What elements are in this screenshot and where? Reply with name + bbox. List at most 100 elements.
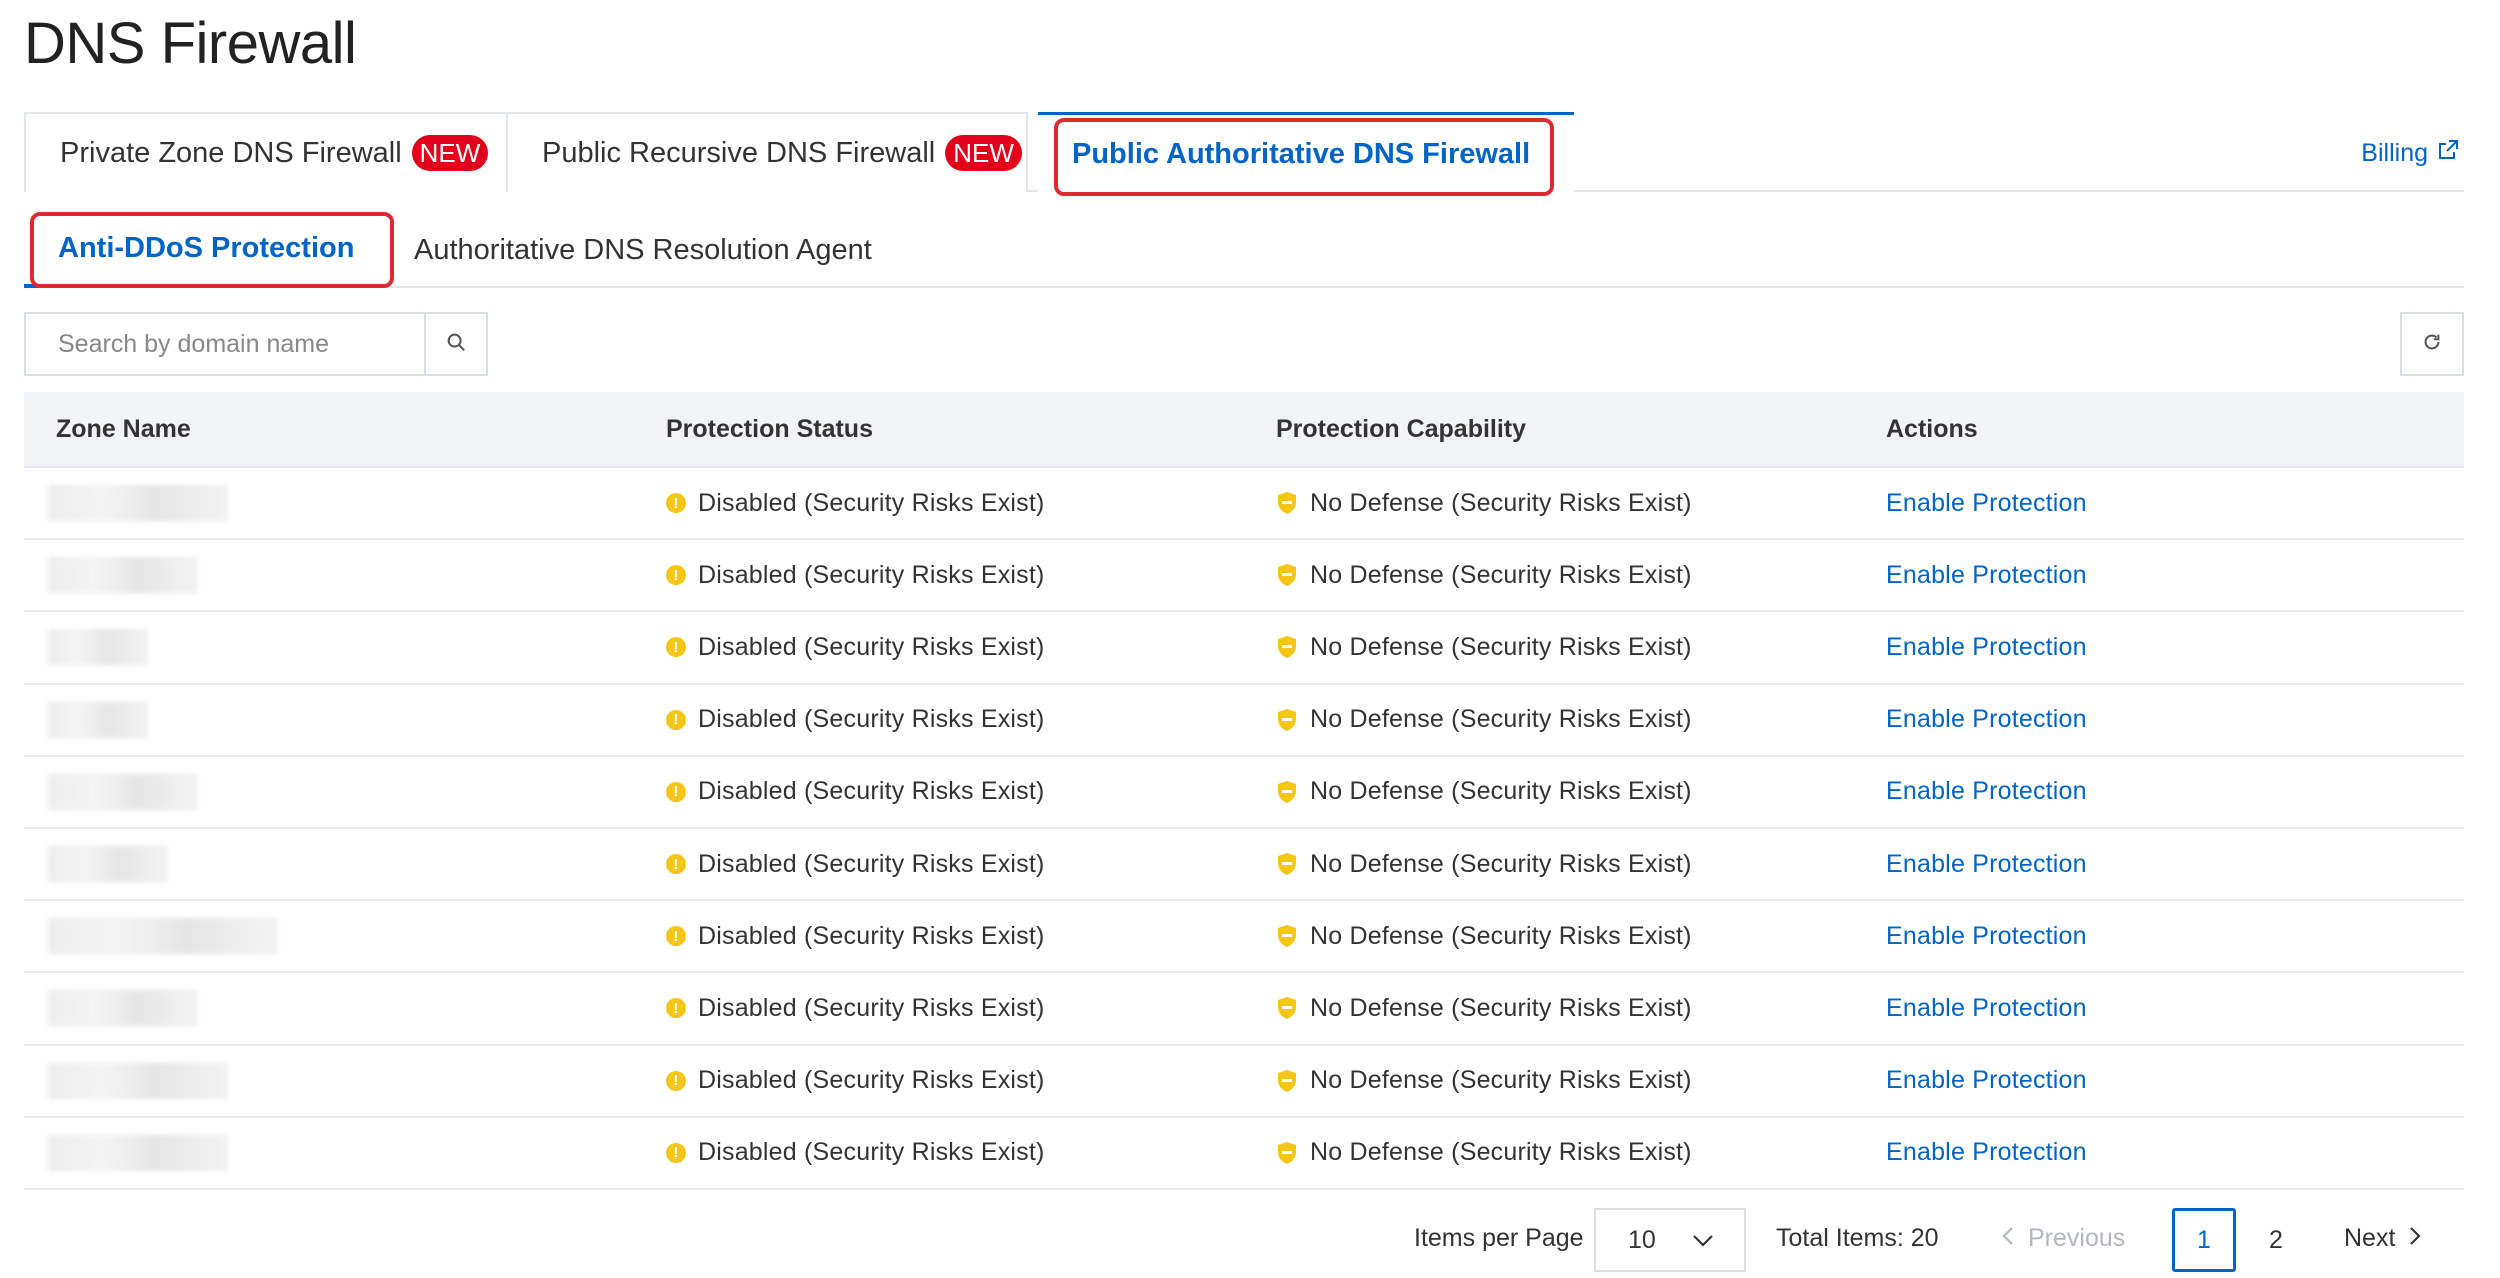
protection-status-cell: ! Disabled (Security Risks Exist)	[666, 1138, 1045, 1167]
firewall-tabs: Private Zone DNS Firewall NEW Public Rec…	[24, 112, 2464, 194]
external-link-icon	[2436, 138, 2460, 169]
protection-capability-cell: No Defense (Security Risks Exist)	[1276, 705, 1692, 734]
items-per-page-select[interactable]: 10	[1594, 1208, 1746, 1272]
table-row: ! Disabled (Security Risks Exist) No Def…	[24, 829, 2464, 902]
protection-status-text: Disabled (Security Risks Exist)	[698, 705, 1045, 734]
search-button[interactable]	[424, 314, 486, 374]
search-icon	[445, 331, 467, 358]
exclamation-circle-icon: !	[666, 493, 686, 514]
protection-capability-text: No Defense (Security Risks Exist)	[1310, 632, 1692, 661]
exclamation-circle-icon: !	[666, 565, 686, 586]
zones-table: Zone Name Protection Status Protection C…	[24, 392, 2464, 1190]
subtab-resolution-agent[interactable]: Authoritative DNS Resolution Agent	[414, 212, 872, 288]
enable-protection-link[interactable]: Enable Protection	[1886, 777, 2087, 806]
table-row: ! Disabled (Security Risks Exist) No Def…	[24, 1046, 2464, 1118]
protection-capability-cell: No Defense (Security Risks Exist)	[1276, 1066, 1692, 1095]
next-button[interactable]: Next	[2344, 1224, 2421, 1253]
search-input[interactable]	[26, 314, 424, 374]
protection-capability-cell: No Defense (Security Risks Exist)	[1276, 1138, 1692, 1167]
exclamation-circle-icon: !	[666, 998, 686, 1019]
subtab-anti-ddos[interactable]: Anti-DDoS Protection	[24, 212, 384, 288]
exclamation-circle-icon: !	[666, 637, 686, 658]
new-badge: NEW	[945, 135, 1022, 171]
protection-capability-cell: No Defense (Security Risks Exist)	[1276, 777, 1692, 806]
shield-icon	[1276, 780, 1298, 804]
enable-protection-link[interactable]: Enable Protection	[1886, 850, 2087, 879]
zone-name-redacted	[48, 1134, 228, 1171]
protection-status-text: Disabled (Security Risks Exist)	[698, 1138, 1045, 1167]
page-title: DNS Firewall	[24, 11, 357, 76]
header-protection-status: Protection Status	[666, 414, 873, 443]
table-row: ! Disabled (Security Risks Exist) No Def…	[24, 901, 2464, 974]
previous-button[interactable]: Previous	[2002, 1224, 2125, 1253]
zone-name-redacted	[48, 990, 198, 1027]
shield-icon	[1276, 563, 1298, 587]
enable-protection-link[interactable]: Enable Protection	[1886, 922, 2087, 951]
protection-status-cell: ! Disabled (Security Risks Exist)	[666, 777, 1045, 806]
protection-capability-text: No Defense (Security Risks Exist)	[1310, 1066, 1692, 1095]
protection-capability-cell: No Defense (Security Risks Exist)	[1276, 994, 1692, 1023]
header-actions: Actions	[1886, 414, 1978, 443]
tab-public-recursive[interactable]: Public Recursive DNS Firewall NEW	[506, 112, 1028, 192]
protection-capability-cell: No Defense (Security Risks Exist)	[1276, 633, 1692, 662]
chevron-right-icon	[2409, 1224, 2421, 1253]
enable-protection-link[interactable]: Enable Protection	[1886, 633, 2087, 662]
protection-capability-cell: No Defense (Security Risks Exist)	[1276, 922, 1692, 951]
total-items: Total Items: 20	[1776, 1224, 1939, 1252]
table-row: ! Disabled (Security Risks Exist) No Def…	[24, 685, 2464, 757]
protection-status-text: Disabled (Security Risks Exist)	[698, 1066, 1045, 1095]
zone-name-redacted	[48, 846, 168, 883]
protection-capability-text: No Defense (Security Risks Exist)	[1310, 1138, 1692, 1167]
header-zone-name: Zone Name	[56, 414, 191, 443]
chevron-down-icon	[1692, 1226, 1714, 1255]
billing-link[interactable]: Billing	[2361, 138, 2460, 169]
enable-protection-link[interactable]: Enable Protection	[1886, 705, 2087, 734]
protection-capability-text: No Defense (Security Risks Exist)	[1310, 777, 1692, 806]
page-button-1[interactable]: 1	[2172, 1208, 2236, 1272]
protection-capability-cell: No Defense (Security Risks Exist)	[1276, 489, 1692, 518]
enable-protection-link[interactable]: Enable Protection	[1886, 561, 2087, 590]
enable-protection-link[interactable]: Enable Protection	[1886, 1138, 2087, 1167]
items-per-page-value: 10	[1628, 1225, 1656, 1254]
protection-status-cell: ! Disabled (Security Risks Exist)	[666, 705, 1045, 734]
tab-label: Private Zone DNS Firewall	[60, 136, 402, 169]
protection-status-cell: ! Disabled (Security Risks Exist)	[666, 633, 1045, 662]
protection-capability-cell: No Defense (Security Risks Exist)	[1276, 561, 1692, 590]
table-row: ! Disabled (Security Risks Exist) No Def…	[24, 540, 2464, 613]
protection-capability-text: No Defense (Security Risks Exist)	[1310, 705, 1692, 734]
protection-status-text: Disabled (Security Risks Exist)	[698, 993, 1045, 1022]
refresh-button[interactable]	[2400, 312, 2464, 376]
table-row: ! Disabled (Security Risks Exist) No Def…	[24, 1118, 2464, 1190]
shield-icon	[1276, 1069, 1298, 1093]
tab-private-zone[interactable]: Private Zone DNS Firewall NEW	[24, 112, 508, 192]
items-per-page-label: Items per Page	[1414, 1224, 1584, 1252]
enable-protection-link[interactable]: Enable Protection	[1886, 994, 2087, 1023]
zone-name-redacted	[48, 773, 198, 810]
previous-label: Previous	[2028, 1224, 2126, 1252]
tab-public-authoritative[interactable]: Public Authoritative DNS Firewall	[1038, 112, 1574, 194]
enable-protection-link[interactable]: Enable Protection	[1886, 1066, 2087, 1095]
page-button-2[interactable]: 2	[2244, 1208, 2308, 1272]
search-box	[24, 312, 488, 376]
exclamation-circle-icon: !	[666, 854, 686, 875]
shield-icon	[1276, 1141, 1298, 1165]
protection-capability-text: No Defense (Security Risks Exist)	[1310, 921, 1692, 950]
protection-status-text: Disabled (Security Risks Exist)	[698, 488, 1045, 517]
subtabs: Anti-DDoS Protection Authoritative DNS R…	[24, 212, 2464, 288]
header-protection-capability: Protection Capability	[1276, 414, 1527, 443]
zone-name-redacted	[48, 485, 228, 522]
new-badge: NEW	[411, 135, 489, 171]
protection-capability-text: No Defense (Security Risks Exist)	[1310, 849, 1692, 878]
protection-status-cell: ! Disabled (Security Risks Exist)	[666, 561, 1045, 590]
protection-status-cell: ! Disabled (Security Risks Exist)	[666, 1066, 1045, 1095]
protection-capability-text: No Defense (Security Risks Exist)	[1310, 560, 1692, 589]
shield-icon	[1276, 924, 1298, 948]
protection-status-cell: ! Disabled (Security Risks Exist)	[666, 922, 1045, 951]
protection-status-cell: ! Disabled (Security Risks Exist)	[666, 489, 1045, 518]
protection-status-text: Disabled (Security Risks Exist)	[698, 560, 1045, 589]
tab-label: Public Authoritative DNS Firewall	[1072, 138, 1531, 170]
shield-icon	[1276, 996, 1298, 1020]
protection-status-cell: ! Disabled (Security Risks Exist)	[666, 850, 1045, 879]
enable-protection-link[interactable]: Enable Protection	[1886, 489, 2087, 518]
exclamation-circle-icon: !	[666, 709, 686, 730]
